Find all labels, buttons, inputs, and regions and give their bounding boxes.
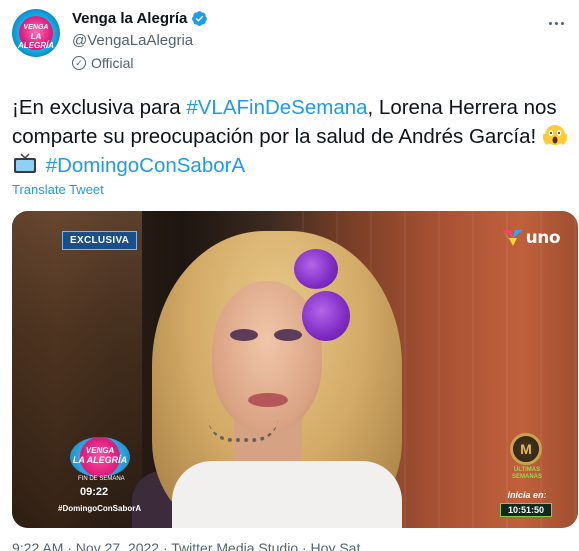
show-subtitle: FIN DE SEMANA	[78, 476, 125, 482]
author-handle[interactable]: @VengaLaAlegria	[72, 32, 193, 49]
official-check-icon: ✓	[72, 56, 86, 70]
face-screaming-icon	[542, 125, 567, 146]
person-eye-right	[274, 329, 302, 341]
channel-logo-text: uno	[525, 228, 561, 248]
more-dot-icon	[554, 21, 558, 25]
flower-decoration	[294, 249, 338, 289]
tweet-text-part1: ¡En exclusiva para	[12, 96, 187, 119]
exclusive-badge: EXCLUSIVA	[62, 231, 138, 250]
translate-tweet-link[interactable]: Translate Tweet	[12, 182, 104, 197]
author-name-row[interactable]: Venga la Alegría	[72, 10, 208, 27]
broadcast-clock: 09:22	[80, 486, 109, 498]
hashtag-vlafindesemana[interactable]: #VLAFinDeSemana	[186, 96, 367, 119]
tweet-text: ¡En exclusiva para #VLAFinDeSemana, Lore…	[12, 93, 572, 180]
official-text: Official	[91, 55, 134, 71]
flower-decoration	[302, 291, 350, 341]
hashtag-domingoconsabora[interactable]: #DomingoConSaborA	[46, 154, 245, 177]
more-dot-icon	[560, 21, 564, 25]
masterchef-logo: M	[510, 433, 542, 465]
official-label: ✓ Official	[72, 55, 134, 71]
show-logo-bottom: LA ALEGRÍA	[72, 455, 128, 465]
countdown-timer: 10:51:50	[500, 503, 552, 517]
channel-logo: uno	[502, 228, 561, 248]
inicia-en-text: inicia en:	[507, 490, 547, 500]
avatar[interactable]: VENGA LA ALEGRÍA	[12, 9, 60, 57]
tweet-metadata: 9:22 AM · Nov 27, 2022 · Twitter Media S…	[12, 540, 361, 551]
television-icon	[14, 153, 36, 173]
author-name[interactable]: Venga la Alegría	[72, 10, 187, 27]
channel-mark-icon	[502, 230, 523, 246]
person-lips	[248, 393, 288, 407]
avatar-text-bottom: LA ALEGRÍA	[18, 32, 54, 50]
avatar-text-top: VENGA	[23, 24, 49, 31]
show-logo: VENGA LA ALEGRÍA	[70, 437, 130, 477]
ultimas-semanas-text: ÚLTIMAS SEMANAS	[511, 467, 542, 480]
hashtag-overlay: #DomingoConSaborA	[58, 504, 142, 513]
more-options-button[interactable]	[545, 12, 567, 34]
tweet-media-image[interactable]: EXCLUSIVA uno VENGA LA ALEGRÍA FIN DE SE…	[12, 211, 578, 528]
show-logo-top: VENGA	[85, 446, 115, 455]
verified-badge-icon	[192, 11, 208, 26]
person-eye-left	[230, 329, 258, 341]
more-dot-icon	[548, 21, 552, 25]
person-apron	[172, 461, 402, 528]
